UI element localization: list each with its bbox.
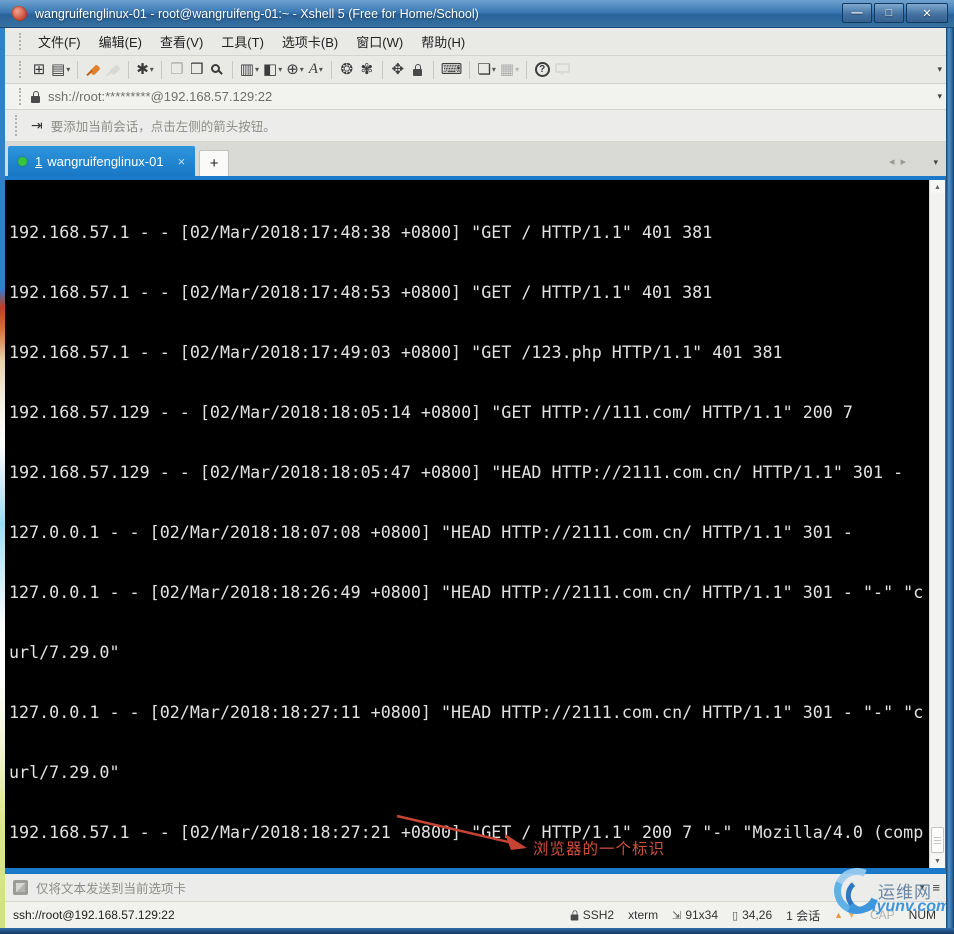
status-bar: ssh://root@192.168.57.129:22 SSH2 xterm … [5,902,946,928]
add-session-arrow-icon[interactable]: ⇥ [31,117,43,134]
xshell-app-icon [12,6,27,21]
menu-tools[interactable]: 工具(T) [212,28,273,55]
window-border-left [0,28,5,928]
connected-status-icon [18,156,27,166]
scroll-down-icon[interactable]: ▼ [930,854,945,868]
ssh-lock-icon [570,910,579,921]
feedback-icon [552,59,572,81]
menu-window[interactable]: 窗口(W) [347,28,412,55]
tab-close-icon[interactable]: × [178,154,186,169]
status-session-url: ssh://root@192.168.57.129:22 [13,908,175,922]
terminal-line: 192.168.57.1 - - [02/Mar/2018:18:27:21 +… [9,822,924,842]
xftp-transfer-icon[interactable]: ✾ [357,59,377,81]
terminal-frame: 192.168.57.1 - - [02/Mar/2018:17:48:38 +… [5,176,946,874]
connect-icon[interactable] [83,59,103,81]
tab-index: 1 [35,153,43,169]
compose-dropdown-icon[interactable]: ▾ [920,882,925,893]
compose-menu-icon[interactable]: ≡ [932,880,940,895]
terminal-line: 192.168.57.129 - - [02/Mar/2018:18:05:14… [9,402,853,422]
menu-edit[interactable]: 编辑(E) [90,28,151,55]
scroll-up-icon[interactable]: ▲ [930,180,945,194]
new-tab-button[interactable]: + [199,150,230,176]
terminal-text: 192.168.57.1 - - [02/Mar/2018:17:48:38 +… [9,182,923,868]
toolbar-grip[interactable] [19,60,21,79]
compose-placeholder[interactable]: 仅将文本发送到当前选项卡 [36,878,186,897]
tab-list-dropdown-icon[interactable]: ▾ [933,157,938,168]
toolbar-overflow-icon[interactable]: ▾ [937,64,942,75]
info-bar-text: 要添加当前会话，点击左侧的箭头按钮。 [50,120,276,134]
local-shell-icon[interactable]: ❂ [337,59,357,81]
terminal-line: 192.168.57.129 - - [02/Mar/2018:18:05:47… [9,462,904,482]
status-terminal-type: xterm [628,908,659,922]
tab-session-1[interactable]: 1 wangruifenglinux-01 × [8,146,196,176]
annotation-text: 浏览器的一个标识 [533,841,666,858]
title-bar: wangruifenglinux-01 - root@wangruifeng-0… [0,0,954,28]
terminal-line: 127.0.0.1 - - [02/Mar/2018:18:26:49 +080… [9,582,924,602]
tab-bar: 1 wangruifenglinux-01 × + ◂▸ ▾ [5,142,946,176]
menu-view[interactable]: 查看(V) [151,28,212,55]
info-bar: ⇥ 要添加当前会话，点击左侧的箭头按钮。 [5,110,946,142]
toolbar-grip[interactable] [15,115,17,136]
session-properties-icon[interactable]: ✱ ▾ [134,59,156,81]
duplicate-session-icon: ❐ [170,61,184,78]
tab-scroll-arrows[interactable]: ◂▸ [889,155,912,168]
terminal-line: url/7.29.0" [9,762,120,782]
maximize-button[interactable]: □ [874,3,904,23]
help-icon[interactable]: ? [532,59,552,81]
lock-screen-icon[interactable] [408,59,428,81]
terminal-line: 127.0.0.1 - - [02/Mar/2018:18:07:08 +080… [9,522,853,542]
send-text-icon[interactable] [13,880,28,895]
menu-help[interactable]: 帮助(H) [412,28,474,55]
xshell-window: wangruifenglinux-01 - root@wangruifeng-0… [0,0,954,934]
toolbar-grip[interactable] [19,32,21,51]
minimize-button[interactable]: — [842,3,872,23]
web-browser-icon[interactable]: ⊕ ▾ [284,59,306,81]
fullscreen-icon[interactable]: ✥ [388,59,408,81]
address-dropdown-icon[interactable]: ▾ [937,91,942,102]
window-border-right [946,28,954,928]
terminal-scrollbar[interactable]: ▲ ▼ [929,180,945,868]
status-protocol: SSH2 [582,908,615,922]
terminal-line: url/7.29.0" [9,642,120,662]
menu-tab[interactable]: 选项卡(B) [273,28,347,55]
window-title: wangruifenglinux-01 - root@wangruifeng-0… [35,6,479,21]
window-border-bottom [0,928,954,934]
menu-bar: 文件(F) 编辑(E) 查看(V) 工具(T) 选项卡(B) 窗口(W) 帮助(… [5,28,946,56]
status-cursor-position: 34,26 [742,908,773,922]
arrange-icon[interactable]: ◧ ▾ [261,59,284,81]
caps-lock-indicator: CAP [869,908,895,922]
find-icon[interactable] [207,59,227,81]
font-icon[interactable]: A ▾ [306,59,326,81]
tab-label: wangruifenglinux-01 [47,153,164,169]
terminal-line: 192.168.57.1 - - [02/Mar/2018:17:49:03 +… [9,342,783,362]
download-arrow-icon: ▼ [847,910,856,920]
open-session-icon[interactable]: ▤ ▾ [49,59,72,81]
toolbar-grip[interactable] [19,88,21,105]
upload-arrow-icon: ▲ [834,910,844,920]
num-lock-indicator: NUM [908,908,936,922]
print-icon[interactable]: ▥ ▾ [238,59,261,81]
menu-file[interactable]: 文件(F) [29,28,90,55]
new-terminal-icon[interactable]: ❏ ▾ [475,59,497,81]
tile-windows-icon: ▦ ▾ [499,61,520,78]
close-button[interactable]: ✕ [906,3,948,23]
terminal-screen[interactable]: 192.168.57.1 - - [02/Mar/2018:17:48:38 +… [5,180,929,868]
cursor-position-icon: ▯ [732,909,739,922]
address-lock-icon [31,90,40,103]
tool-bar: ⊞ ▤ ▾ ✱ ▾ ❐ ❒ ▥ ▾ ◧ ▾ ⊕ ▾ A ▾ ❂ ✾ ✥ ⌨ ❏ ▾ ▦ ▾ ? … [5,56,946,84]
address-input[interactable]: ssh://root:*********@192.168.57.129:22 [48,89,272,104]
new-session-icon[interactable]: ⊞ [29,59,49,81]
address-bar: ssh://root:*********@192.168.57.129:22 ▾ [5,84,946,110]
terminal-line: 192.168.57.1 - - [02/Mar/2018:17:48:53 +… [9,282,713,302]
status-session-count: 1 会话 [786,908,821,923]
terminal-line: 192.168.57.1 - - [02/Mar/2018:17:48:38 +… [9,222,713,242]
disconnect-icon [103,59,123,81]
virtual-keyboard-icon[interactable]: ⌨ [439,59,465,81]
compose-bar: 仅将文本发送到当前选项卡 ▾ ≡ [5,874,946,902]
terminal-line: 127.0.0.1 - - [02/Mar/2018:18:27:11 +080… [9,702,924,722]
scrollbar-thumb[interactable] [931,827,944,853]
paste-icon[interactable]: ❒ [187,59,207,81]
resize-icon: ⇲ [672,909,682,922]
status-terminal-size: 91x34 [685,908,719,922]
